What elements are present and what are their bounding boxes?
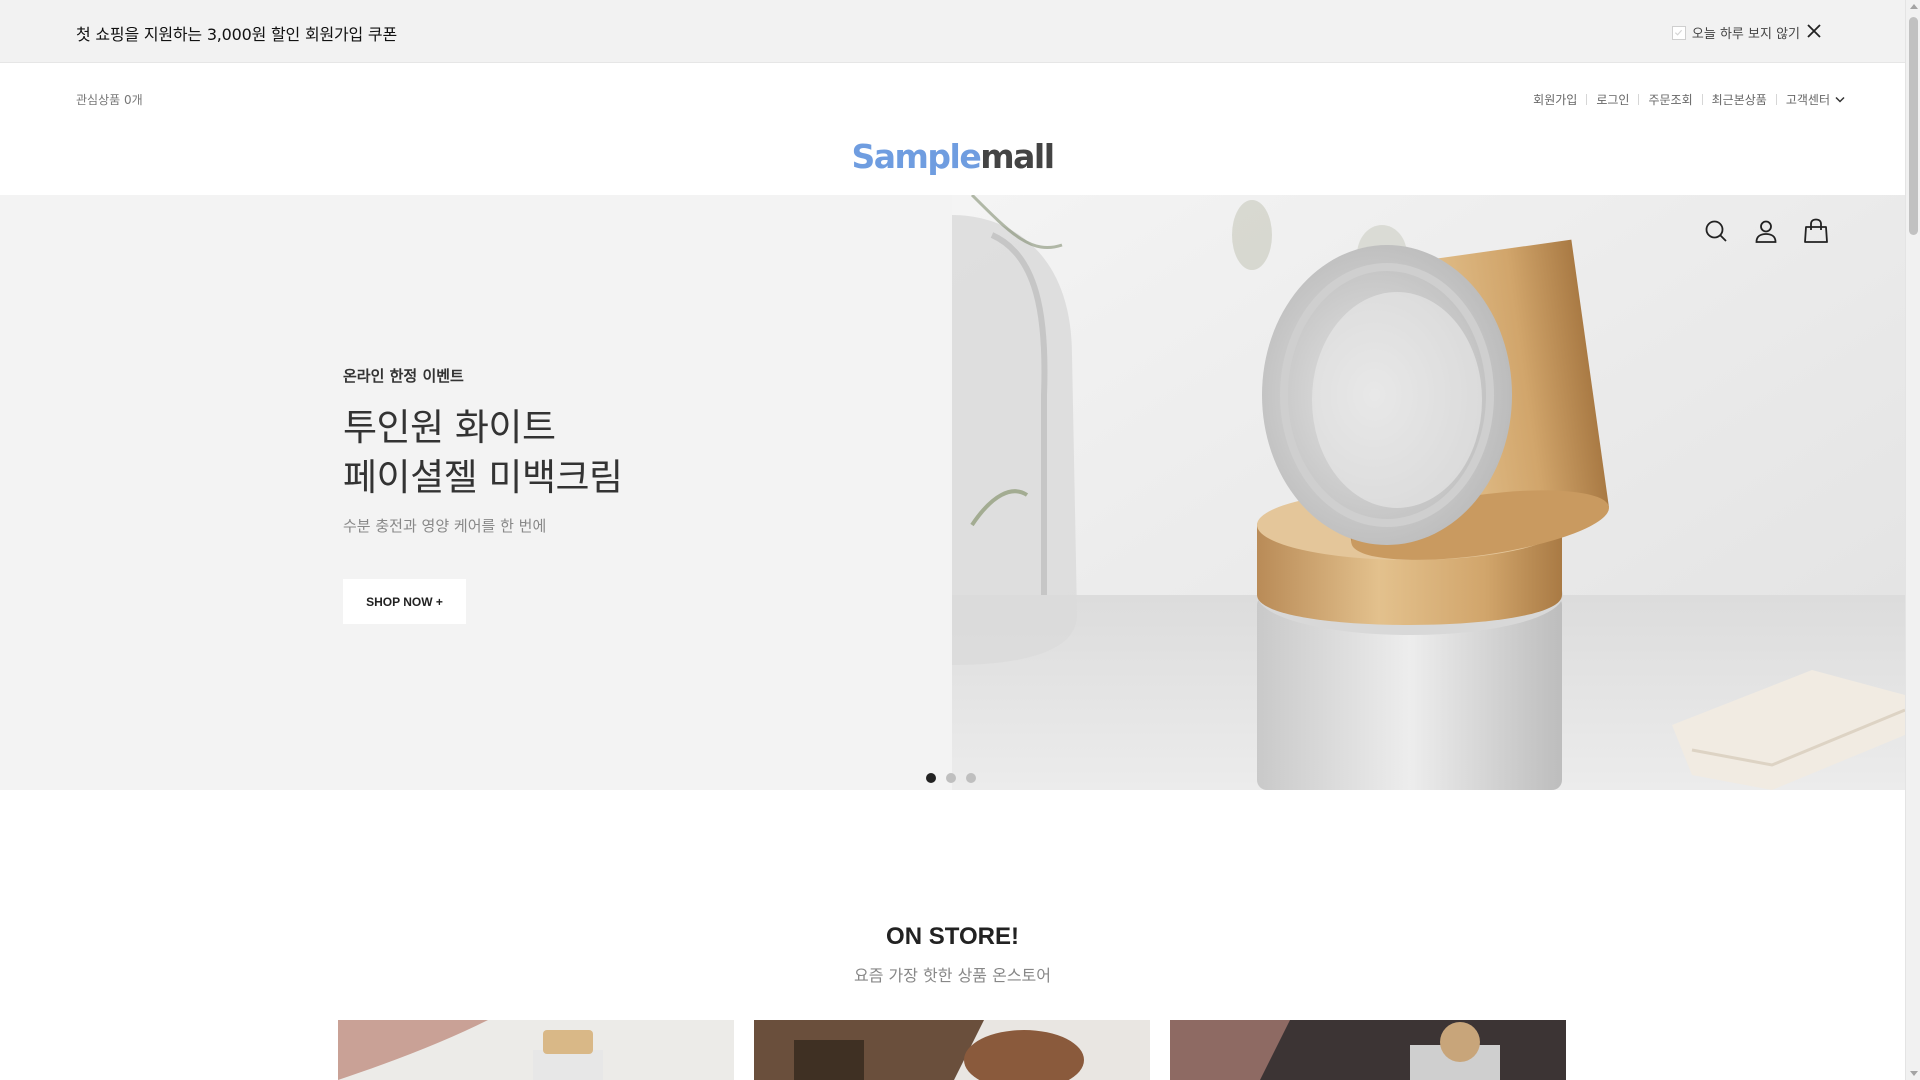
scroll-up-icon[interactable]	[1910, 4, 1918, 9]
slide-dot-1[interactable]	[926, 773, 936, 783]
hide-today-label: 오늘 하루 보지 않기	[1691, 27, 1800, 42]
slide-dot-3[interactable]	[966, 773, 976, 783]
wishlist-count[interactable]: 관심상품 0개	[76, 91, 143, 108]
product-card-1[interactable]	[338, 1020, 734, 1080]
hero-eyebrow: 온라인 한정 이벤트	[343, 367, 464, 385]
shopping-bag-icon[interactable]	[1802, 217, 1830, 245]
logo-part-mall: mall	[980, 137, 1055, 176]
scroll-down-icon[interactable]	[1910, 1071, 1918, 1076]
hero-title-line-1: 투인원 화이트	[343, 406, 556, 449]
hide-today-option[interactable]: 오늘 하루 보지 않기	[1671, 23, 1800, 42]
close-icon[interactable]	[1805, 22, 1823, 40]
product-card-3[interactable]	[1170, 1020, 1566, 1080]
hero-banner[interactable]: 온라인 한정 이벤트 투인원 화이트 페이셜젤 미백크림 수분 충전과 영양 케…	[0, 195, 1905, 790]
order-lookup-link[interactable]: 주문조회	[1639, 91, 1701, 108]
slide-pagination	[926, 773, 976, 783]
header-icons	[1702, 217, 1830, 245]
user-icon[interactable]	[1752, 217, 1780, 245]
logo-part-sample: Sample	[851, 137, 981, 176]
product-image-2	[754, 1020, 1150, 1080]
chevron-down-icon	[1835, 96, 1845, 103]
section-title: ON STORE!	[886, 923, 1019, 950]
coupon-message[interactable]: 첫 쇼핑을 지원하는 3,000원 할인 회원가입 쿠폰	[76, 21, 397, 45]
customer-center-label: 고객센터	[1785, 93, 1830, 107]
slide-dot-2[interactable]	[946, 773, 956, 783]
scrollbar-thumb[interactable]	[1909, 17, 1918, 235]
join-link[interactable]: 회원가입	[1524, 91, 1586, 108]
site-logo[interactable]: Samplemall	[0, 137, 1905, 176]
customer-center-dropdown[interactable]: 고객센터	[1777, 91, 1845, 108]
login-link[interactable]: 로그인	[1587, 91, 1638, 108]
recent-products-link[interactable]: 최근본상품	[1703, 91, 1776, 108]
product-card-2[interactable]	[754, 1020, 1150, 1080]
product-image-3	[1170, 1020, 1566, 1080]
coupon-banner: 첫 쇼핑을 지원하는 3,000원 할인 회원가입 쿠폰 오늘 하루 보지 않기	[0, 0, 1905, 63]
utility-nav: 회원가입 로그인 주문조회 최근본상품 고객센터	[1524, 91, 1845, 108]
hero-subtitle: 수분 충전과 영양 케어를 한 번에	[343, 517, 547, 535]
product-image-1	[338, 1020, 734, 1080]
section-subtitle: 요즘 가장 핫한 상품 온스토어	[854, 966, 1051, 985]
search-icon[interactable]	[1702, 217, 1730, 245]
shop-now-button[interactable]: SHOP NOW +	[343, 579, 466, 624]
hero-title-line-2: 페이셜젤 미백크림	[343, 456, 623, 499]
product-list	[338, 1020, 1566, 1080]
hide-today-checkbox[interactable]	[1671, 25, 1686, 40]
page-scrollbar[interactable]	[1905, 0, 1920, 1080]
hero-product-image	[952, 195, 1905, 790]
hero-title: 투인원 화이트 페이셜젤 미백크림	[343, 403, 623, 503]
